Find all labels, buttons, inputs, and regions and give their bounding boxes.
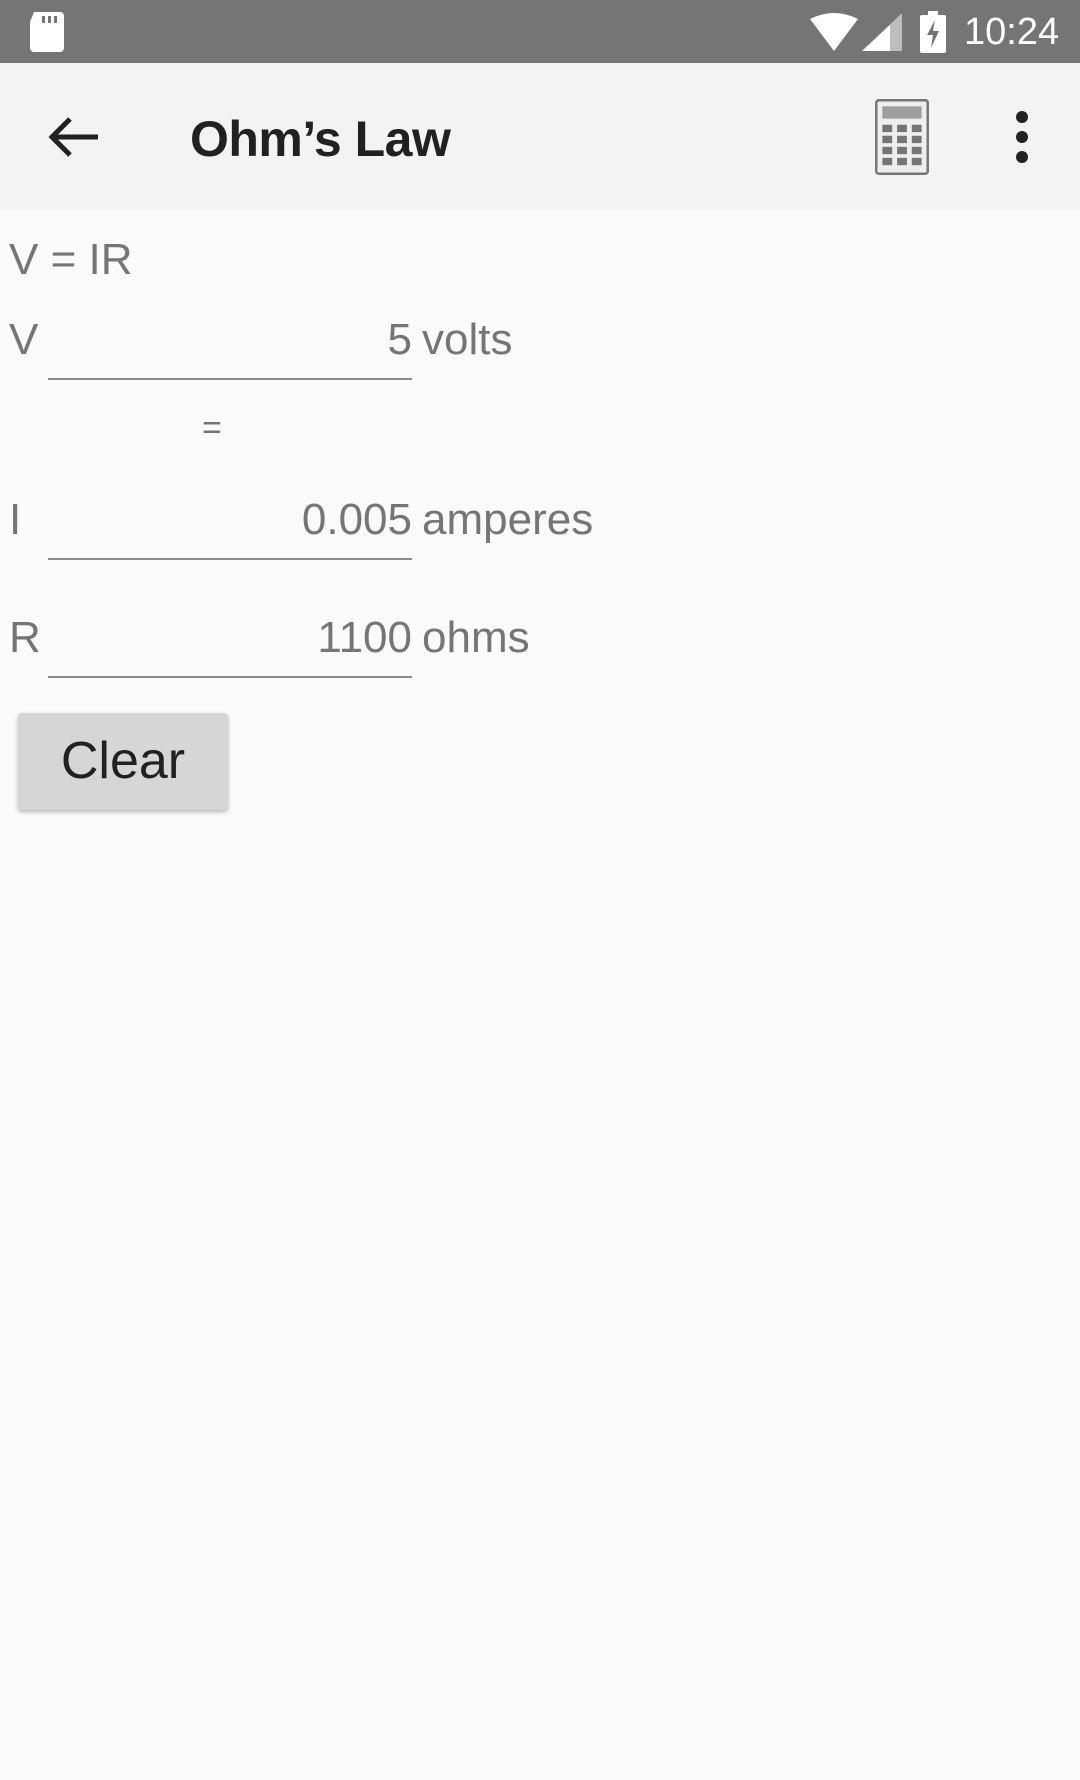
current-unit: amperes [422, 495, 594, 544]
equals-sign: = [202, 409, 222, 447]
app-bar: Ohm’s Law [0, 63, 1080, 210]
resistance-unit: ohms [422, 613, 530, 662]
more-vert-icon[interactable] [996, 103, 1048, 171]
back-arrow-icon[interactable] [40, 103, 108, 171]
signal-icon [862, 13, 902, 51]
voltage-input[interactable]: 5 [48, 310, 412, 380]
sd-card-icon [30, 12, 64, 52]
status-bar: 10:24 [0, 0, 1080, 63]
voltage-unit: volts [422, 315, 513, 364]
formula-text: V = IR [9, 235, 133, 284]
current-label: I [9, 495, 22, 544]
resistance-label: R [9, 613, 41, 662]
status-time: 10:24 [964, 11, 1060, 53]
battery-charging-icon [920, 11, 946, 53]
voltage-label: V [9, 315, 39, 364]
resistance-input[interactable]: 1100 [48, 608, 412, 678]
calculator-icon[interactable] [872, 99, 932, 175]
clear-button[interactable]: Clear [18, 713, 228, 810]
page-title: Ohm’s Law [190, 111, 451, 167]
content: V = IR V 5 volts = I 0.005 amperes R 110… [0, 210, 1080, 1780]
current-input[interactable]: 0.005 [48, 490, 412, 560]
wifi-icon [810, 13, 858, 51]
